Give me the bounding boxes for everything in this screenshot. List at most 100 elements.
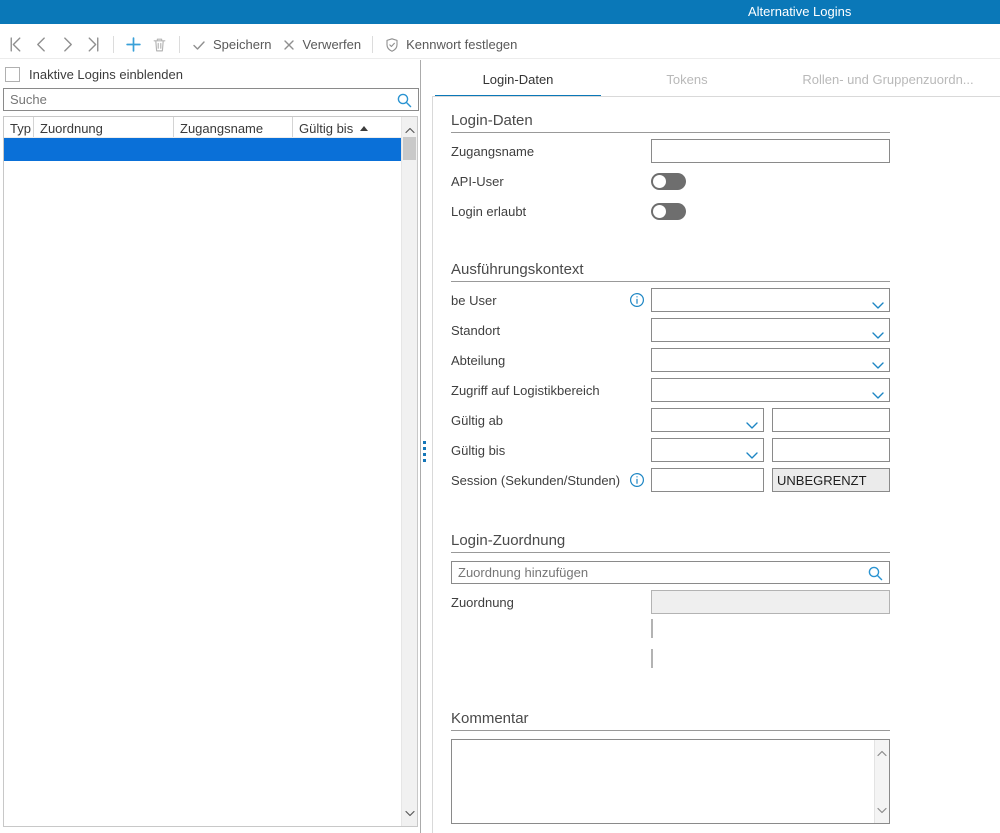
toolbar-separator	[179, 36, 180, 53]
go-next-button[interactable]	[59, 36, 76, 53]
zugangsname-field[interactable]	[651, 139, 890, 163]
standort-select[interactable]	[651, 318, 890, 342]
logins-table-header: Typ Zuordnung Zugangsname Gültig bis	[4, 117, 401, 138]
section-title-kommentar: Kommentar	[451, 710, 890, 731]
discard-button[interactable]: Verwerfen	[281, 37, 362, 53]
sort-ascending-icon	[360, 126, 368, 131]
splitter-handle[interactable]	[423, 441, 426, 462]
gueltig-bis-row: Gültig bis	[451, 438, 890, 462]
chevron-down-icon	[872, 297, 884, 315]
show-inactive-row: Inaktive Logins einblenden	[5, 67, 183, 82]
go-first-button[interactable]	[7, 36, 24, 53]
gueltig-ab-label: Gültig ab	[451, 413, 651, 428]
go-previous-icon	[33, 36, 50, 53]
set-password-button[interactable]: Kennwort festlegen	[384, 37, 517, 53]
scroll-up-icon[interactable]	[877, 744, 887, 762]
shield-icon	[384, 37, 400, 53]
chevron-down-icon	[872, 387, 884, 405]
session-duration-field[interactable]	[651, 468, 764, 492]
chevron-down-icon	[872, 357, 884, 375]
scrollbar-thumb[interactable]	[403, 137, 416, 160]
tab-login-daten[interactable]: Login-Daten	[435, 68, 601, 99]
window-title: Alternative Logins	[748, 0, 851, 24]
be-user-select[interactable]	[651, 288, 890, 312]
table-scrollbar[interactable]	[401, 117, 417, 826]
info-icon[interactable]	[629, 472, 645, 488]
login-search-input[interactable]	[4, 89, 418, 110]
toolbar-separator	[113, 36, 114, 53]
session-unit-readonly: UNBEGRENZT	[772, 468, 890, 492]
api-user-toggle[interactable]	[651, 173, 686, 190]
login-detail-form: Login-Daten Zugangsname API-User Login e…	[432, 96, 1000, 833]
gueltig-ab-row: Gültig ab	[451, 408, 890, 432]
save-button[interactable]: Speichern	[191, 37, 272, 53]
panel-divider	[420, 60, 421, 833]
gueltig-ab-time-field[interactable]	[772, 408, 890, 432]
logins-table: Typ Zuordnung Zugangsname Gültig bis	[3, 116, 418, 827]
session-row: Session (Sekunden/Stunden) UNBEGRENZT	[451, 468, 890, 492]
zuordnung-label: Zuordnung	[451, 595, 651, 610]
zugriff-logistikbereich-row: Zugriff auf Logistikbereich	[451, 378, 890, 402]
abteilung-row: Abteilung	[451, 348, 890, 372]
column-header-zugangsname[interactable]: Zugangsname	[174, 117, 293, 137]
scroll-down-icon[interactable]	[405, 804, 415, 822]
gueltig-ab-date-select[interactable]	[651, 408, 764, 432]
zuordnung-search	[451, 561, 890, 584]
window-titlebar: Alternative Logins	[0, 0, 1000, 24]
search-icon[interactable]	[867, 565, 884, 587]
login-erlaubt-row: Login erlaubt	[451, 199, 890, 223]
add-login-button[interactable]	[125, 36, 142, 53]
be-user-row: be User	[451, 288, 890, 312]
column-header-zuordnung[interactable]: Zuordnung	[34, 117, 174, 137]
column-header-gueltig-bis[interactable]: Gültig bis	[293, 117, 401, 137]
show-inactive-checkbox[interactable]	[5, 67, 20, 82]
login-erlaubt-label: Login erlaubt	[451, 204, 651, 219]
abteilung-select[interactable]	[651, 348, 890, 372]
column-header-typ[interactable]: Typ	[4, 117, 34, 137]
table-row[interactable]	[4, 138, 401, 161]
tab-rollen-gruppenzuordnung[interactable]: Rollen- und Gruppenzuordn...	[775, 68, 1000, 99]
kommentar-scrollbar[interactable]	[874, 740, 889, 823]
zuordnung-search-input[interactable]	[452, 562, 889, 583]
delete-login-button[interactable]	[151, 36, 168, 53]
go-previous-button[interactable]	[33, 36, 50, 53]
show-inactive-label: Inaktive Logins einblenden	[29, 67, 183, 82]
info-icon[interactable]	[629, 292, 645, 308]
chevron-down-icon	[872, 327, 884, 345]
zugriff-logistikbereich-select[interactable]	[651, 378, 890, 402]
login-search	[3, 88, 419, 111]
save-button-label: Speichern	[213, 37, 272, 52]
search-icon[interactable]	[396, 92, 413, 114]
chevron-down-icon	[746, 417, 758, 435]
standort-label: Standort	[451, 323, 651, 338]
toolbar-separator	[372, 36, 373, 53]
gueltig-bis-date-select[interactable]	[651, 438, 764, 462]
gueltig-bis-label: Gültig bis	[451, 443, 651, 458]
abteilung-label: Abteilung	[451, 353, 651, 368]
api-user-label: API-User	[451, 174, 651, 189]
set-password-button-label: Kennwort festlegen	[406, 37, 517, 52]
zuordnung-row: Zuordnung	[451, 590, 890, 614]
section-title-login-zuordnung: Login-Zuordnung	[451, 532, 890, 553]
kommentar-field[interactable]	[452, 740, 873, 823]
standort-row: Standort	[451, 318, 890, 342]
zuordnung-field-2	[651, 619, 653, 638]
login-erlaubt-toggle[interactable]	[651, 203, 686, 220]
go-last-button[interactable]	[85, 36, 102, 53]
zuordnung-row-3	[451, 650, 890, 674]
go-last-icon	[85, 36, 102, 53]
api-user-row: API-User	[451, 169, 890, 193]
discard-button-label: Verwerfen	[303, 37, 362, 52]
section-title-ausfuehrungskontext: Ausführungskontext	[451, 261, 890, 282]
zugangsname-label: Zugangsname	[451, 144, 651, 159]
zuordnung-row-2	[451, 620, 890, 644]
gueltig-bis-time-field[interactable]	[772, 438, 890, 462]
x-icon	[281, 37, 297, 53]
login-list-panel: Inaktive Logins einblenden Typ Zuordnung…	[0, 60, 419, 833]
tab-tokens[interactable]: Tokens	[604, 68, 770, 99]
section-title-login-daten: Login-Daten	[451, 112, 890, 133]
plus-icon	[125, 36, 142, 53]
detail-tabs: Login-Daten Tokens Rollen- und Gruppenzu…	[432, 68, 1000, 99]
scroll-down-icon[interactable]	[877, 801, 887, 819]
session-label: Session (Sekunden/Stunden)	[451, 473, 629, 488]
